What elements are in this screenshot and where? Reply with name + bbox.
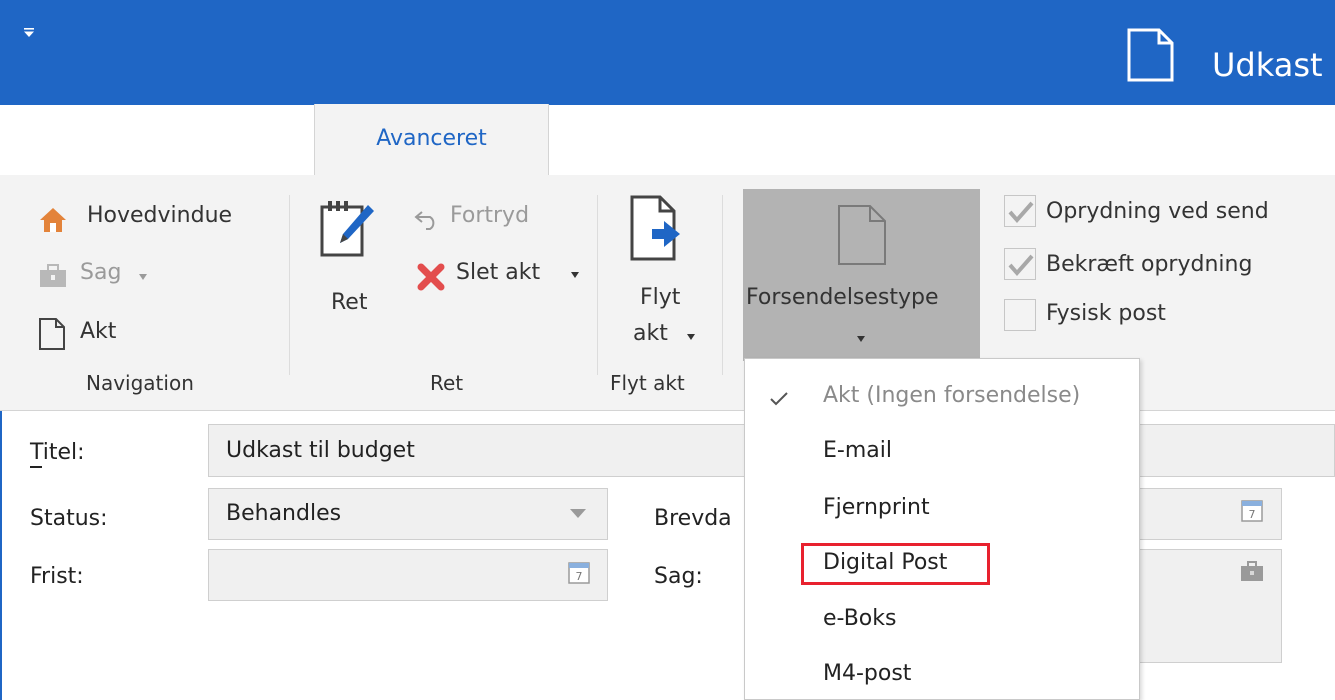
accesskey-underline: [30, 466, 42, 468]
title-bar: Udkast: [0, 0, 1335, 105]
calendar-icon[interactable]: 7: [1240, 497, 1264, 523]
chevron-down-icon: [857, 336, 865, 342]
check-icon: [1008, 201, 1034, 224]
calendar-icon[interactable]: 7: [567, 559, 591, 585]
chevron-down-icon: [687, 334, 695, 340]
move-document-icon[interactable]: [628, 193, 684, 263]
fysisk-post-checkbox[interactable]: [1004, 299, 1036, 331]
menu-item-digital-post[interactable]: Digital Post: [745, 536, 1139, 592]
sag-label: Sag:: [654, 564, 703, 589]
menu-item-e-boks[interactable]: e-Boks: [745, 592, 1139, 648]
tab-f2[interactable]: F2: [62, 105, 89, 175]
navigation-group-label: Navigation: [86, 371, 194, 395]
document-icon: [838, 205, 886, 265]
home-icon: [40, 208, 66, 232]
menu-item-akt-ingen-forsendelse[interactable]: Akt (Ingen forsendelse): [745, 369, 1139, 425]
checkmark-icon: [770, 392, 788, 406]
briefcase-icon[interactable]: [1240, 560, 1264, 582]
menu-item-label: M4-post: [823, 661, 912, 686]
ribbon-separator: [722, 195, 723, 375]
f2-window: Udkast F2 Akt Avanceret Parter Hovedvind…: [0, 0, 1335, 700]
menu-item-label: Akt (Ingen forsendelse): [823, 383, 1081, 408]
menu-item-e-mail[interactable]: E-mail: [745, 424, 1139, 480]
menu-item-label: Fjernprint: [823, 495, 930, 520]
flyt-akt-button[interactable]: Flyt: [640, 285, 680, 310]
ribbon-separator: [289, 195, 290, 375]
menu-item-label: Digital Post: [823, 550, 948, 575]
forsendelsestype-label: Forsendelsestype: [746, 285, 939, 310]
chevron-down-icon: [571, 272, 579, 278]
tab-parter[interactable]: Parter: [610, 105, 676, 175]
akt-button[interactable]: Akt: [80, 319, 116, 344]
quick-access-dropdown-icon[interactable]: [23, 27, 35, 39]
menu-item-m4-post[interactable]: M4-post: [745, 647, 1139, 700]
oprydning-checkbox[interactable]: [1004, 195, 1036, 227]
forsendelsestype-button[interactable]: Forsendelsestype: [743, 189, 980, 361]
ribbon-separator: [597, 195, 598, 375]
chevron-down-icon: [570, 509, 586, 518]
ret-group-label: Ret: [430, 371, 464, 395]
oprydning-label: Oprydning ved send: [1046, 199, 1269, 224]
frist-label: Frist:: [30, 564, 84, 589]
briefcase-icon: [40, 264, 66, 287]
flyt-group-label: Flyt akt: [610, 371, 685, 395]
fortryd-button[interactable]: Fortryd: [450, 203, 529, 228]
slet-akt-button[interactable]: Slet akt: [456, 260, 540, 285]
menu-item-label: E-mail: [823, 438, 892, 463]
titel-value: Udkast til budget: [226, 438, 415, 463]
document-icon: [1127, 28, 1174, 82]
status-value: Behandles: [226, 501, 342, 526]
svg-text:7: 7: [576, 570, 583, 583]
ret-button[interactable]: Ret: [331, 290, 367, 315]
brevdato-label: Brevda: [654, 506, 732, 531]
sag-button[interactable]: Sag: [80, 260, 121, 285]
undo-icon: [414, 211, 435, 230]
frist-date-input[interactable]: [208, 549, 608, 601]
document-icon: [39, 318, 65, 350]
forsendelsestype-menu: Akt (Ingen forsendelse) E-mail Fjernprin…: [744, 358, 1140, 700]
svg-text:7: 7: [1249, 508, 1256, 521]
tab-akt[interactable]: Akt: [220, 105, 256, 175]
fysisk-post-label: Fysisk post: [1046, 301, 1166, 326]
titel-label: Titel:: [30, 440, 85, 465]
bekraeft-oprydning-label: Bekræft oprydning: [1046, 252, 1253, 277]
bekraeft-oprydning-checkbox[interactable]: [1004, 248, 1036, 280]
flyt-akt-button-line2[interactable]: akt: [633, 321, 668, 346]
edit-note-icon[interactable]: [318, 197, 376, 259]
window-border: [0, 411, 2, 700]
chevron-down-icon: [139, 274, 147, 280]
status-label: Status:: [30, 506, 108, 531]
menu-item-label: e-Boks: [823, 606, 897, 631]
menu-item-fjernprint[interactable]: Fjernprint: [745, 481, 1139, 537]
delete-x-icon: [417, 263, 445, 291]
hovedvindue-button[interactable]: Hovedvindue: [87, 203, 232, 228]
window-title: Udkast: [1212, 46, 1323, 84]
check-icon: [1008, 254, 1034, 277]
tab-avanceret[interactable]: Avanceret: [314, 104, 549, 176]
